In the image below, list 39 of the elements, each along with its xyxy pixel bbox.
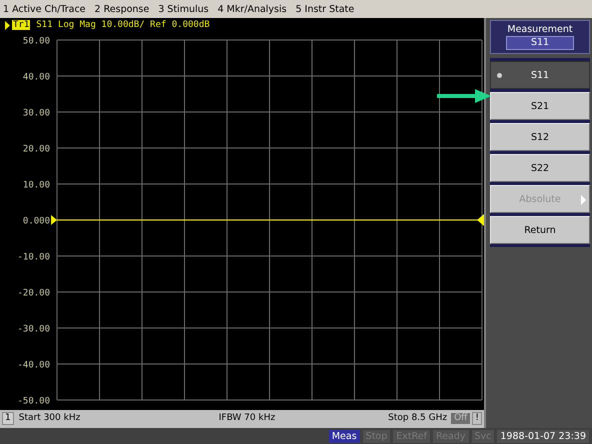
submenu-arrow-icon — [581, 195, 586, 205]
menu-item[interactable]: 3 Stimulus — [158, 4, 209, 14]
start-frequency: Start 300 kHz — [18, 413, 82, 423]
softkey-button[interactable]: S12 — [490, 123, 590, 151]
menu-item[interactable]: 5 Instr State — [296, 4, 354, 14]
reference-marker-icon — [51, 215, 57, 225]
flag-indicator: ! — [472, 412, 482, 424]
current-value: S11 — [506, 36, 574, 50]
reference-marker-icon — [477, 214, 484, 226]
menu-item[interactable]: 1 Active Ch/Trace — [3, 4, 86, 14]
axis-label: -50.00 — [17, 396, 50, 406]
axis-label: 50.00 — [22, 36, 50, 46]
trace-badge[interactable]: Tr1 — [12, 20, 30, 30]
softkey-button[interactable]: S22 — [490, 154, 590, 182]
axis-label: 20.00 — [22, 144, 50, 154]
softkey-button[interactable]: S11 — [490, 61, 590, 89]
softkey-button[interactable]: Return — [490, 216, 590, 244]
axis-label: 0.000 — [22, 216, 50, 226]
annotation-arrow — [437, 88, 491, 104]
off-indicator: Off — [451, 412, 470, 424]
menu-item[interactable]: 4 Mkr/Analysis — [218, 4, 287, 14]
trace-marker-icon — [5, 20, 10, 30]
menu-item[interactable]: 2 Response — [94, 4, 150, 14]
axis-label: 10.00 — [22, 180, 50, 190]
axis-label: 40.00 — [22, 72, 50, 82]
selected-dot-icon — [497, 73, 502, 78]
stop-frequency: Stop 8.5 GHz — [388, 413, 448, 423]
axis-label: -40.00 — [17, 360, 50, 370]
ifbw-value: IFBW 70 kHz — [218, 413, 276, 423]
axis-label: 30.00 — [22, 108, 50, 118]
status-indicator: Meas — [328, 430, 360, 442]
menu-title: Measurement — [507, 24, 573, 35]
softkey-button[interactable]: S21 — [490, 92, 590, 120]
axis-label: -20.00 — [17, 288, 50, 298]
date-time: 1988-01-07 23:39 — [497, 430, 589, 442]
channel-number: 1 — [2, 412, 14, 424]
axis-label: -30.00 — [17, 324, 50, 334]
axis-label: -10.00 — [17, 252, 50, 262]
trace-title: S11 Log Mag 10.00dB/ Ref 0.000dB — [36, 20, 210, 30]
